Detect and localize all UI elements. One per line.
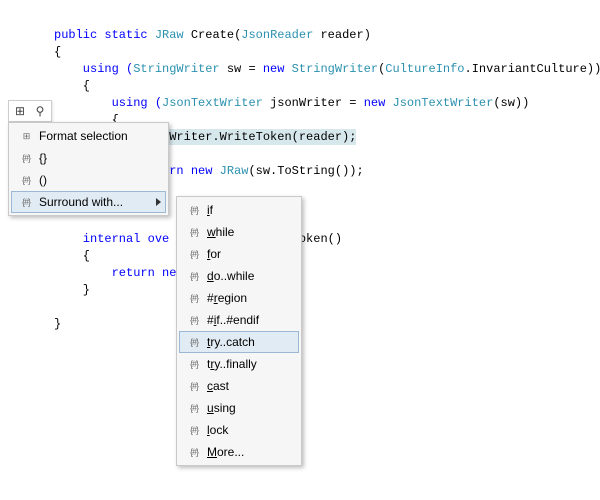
bulb-icon[interactable]: ⚲ <box>31 102 49 120</box>
menu-item-parens[interactable]: {#} () <box>11 169 166 191</box>
submenu-label: using <box>207 401 281 415</box>
submenu-item[interactable]: {#}#region <box>179 287 299 309</box>
braces-icon: {#} <box>15 149 37 167</box>
braces-icon: {#} <box>183 223 205 241</box>
quick-actions-strip: ⊞ ⚲ <box>8 100 52 122</box>
submenu-item[interactable]: {#}lock <box>179 419 299 441</box>
context-menu: ⊞ Format selection {#} {} {#} () {#} Sur… <box>8 122 169 216</box>
braces-icon: {#} <box>183 377 205 395</box>
submenu-item[interactable]: {#}try..finally <box>179 353 299 375</box>
braces-icon: {#} <box>183 245 205 263</box>
menu-label: {} <box>39 151 148 165</box>
braces-icon: {#} <box>183 421 205 439</box>
braces-icon: {#} <box>183 267 205 285</box>
braces-icon: {#} <box>183 333 205 351</box>
braces-icon: {#} <box>183 201 205 219</box>
submenu-label: if <box>207 203 281 217</box>
surround-submenu: {#}if{#}while{#}for{#}do..while{#}#regio… <box>176 196 302 466</box>
submenu-label: #if..#endif <box>207 313 281 327</box>
code-line: public static JRaw Create(JsonReader rea… <box>54 28 371 42</box>
code-line: } <box>54 317 61 331</box>
braces-icon: {#} <box>183 289 205 307</box>
submenu-label: #region <box>207 291 281 305</box>
code-line: { <box>54 79 90 93</box>
menu-label: Surround with... <box>39 195 147 209</box>
braces-icon: {#} <box>183 443 205 461</box>
submenu-label: while <box>207 225 281 239</box>
code-line: { <box>54 45 61 59</box>
format-selection-icon: ⊞ <box>15 127 37 145</box>
submenu-item[interactable]: {#}#if..#endif <box>179 309 299 331</box>
menu-label: Format selection <box>39 129 148 143</box>
submenu-label: try..catch <box>207 335 280 349</box>
chevron-right-icon <box>156 198 161 206</box>
submenu-item[interactable]: {#}using <box>179 397 299 419</box>
submenu-item[interactable]: {#}for <box>179 243 299 265</box>
menu-item-surround[interactable]: {#} Surround with... <box>11 191 166 213</box>
submenu-item[interactable]: {#}More... <box>179 441 299 463</box>
braces-icon: {#} <box>183 399 205 417</box>
submenu-item[interactable]: {#}cast <box>179 375 299 397</box>
braces-icon: {#} <box>15 171 37 189</box>
submenu-label: try..finally <box>207 357 281 371</box>
code-line: } <box>54 283 90 297</box>
submenu-label: cast <box>207 379 281 393</box>
braces-icon: {#} <box>183 355 205 373</box>
submenu-label: More... <box>207 445 281 459</box>
menu-item-format[interactable]: ⊞ Format selection <box>11 125 166 147</box>
code-line: { <box>54 249 90 263</box>
submenu-item[interactable]: {#}do..while <box>179 265 299 287</box>
menu-item-braces[interactable]: {#} {} <box>11 147 166 169</box>
submenu-item[interactable]: {#}try..catch <box>179 331 299 353</box>
format-icon[interactable]: ⊞ <box>11 102 29 120</box>
code-line: return ne <box>54 266 176 280</box>
submenu-item[interactable]: {#}if <box>179 199 299 221</box>
submenu-label: for <box>207 247 281 261</box>
code-line: using (StringWriter sw = new StringWrite… <box>54 62 600 76</box>
braces-icon: {#} <box>15 193 37 211</box>
code-line: using (JsonTextWriter jsonWriter = new J… <box>54 96 529 110</box>
menu-label: () <box>39 173 148 187</box>
submenu-label: lock <box>207 423 281 437</box>
braces-icon: {#} <box>183 311 205 329</box>
submenu-label: do..while <box>207 269 281 283</box>
submenu-item[interactable]: {#}while <box>179 221 299 243</box>
